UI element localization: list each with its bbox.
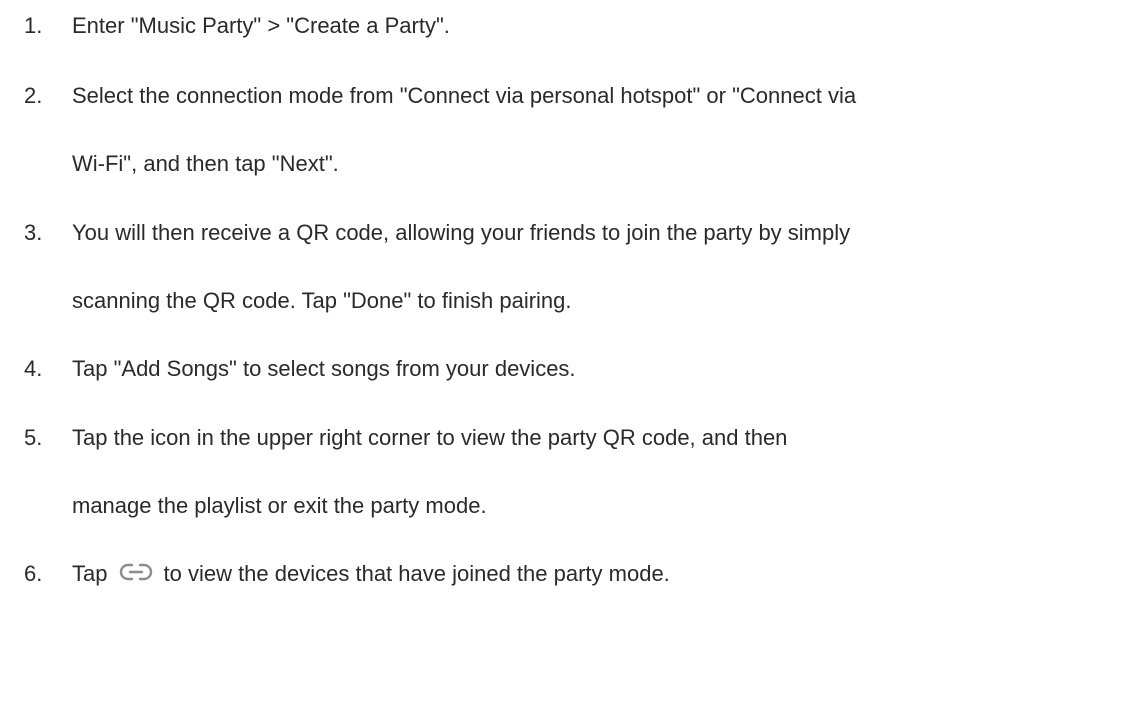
step-number: 3.: [24, 220, 43, 245]
step-number: 6.: [24, 561, 43, 586]
step-number: 1.: [24, 13, 43, 38]
step-text: Tap "Add Songs" to select songs from you…: [72, 356, 576, 381]
step-text: Tap the icon in the upper right corner t…: [72, 425, 788, 450]
step-text-prefix: Tap: [72, 561, 108, 586]
step-text: manage the playlist or exit the party mo…: [72, 493, 487, 518]
step-text-suffix: to view the devices that have joined the…: [163, 561, 670, 586]
step-text: Select the connection mode from "Connect…: [72, 83, 857, 108]
step-text: Enter "Music Party" > "Create a Party".: [72, 13, 450, 38]
step-text: Wi-Fi", and then tap "Next".: [72, 151, 339, 176]
step-text: scanning the QR code. Tap "Done" to fini…: [72, 288, 572, 313]
step-number: 2.: [24, 83, 43, 108]
step-text: You will then receive a QR code, allowin…: [72, 220, 851, 245]
step-text-line: Tap to view the devices that have joined…: [72, 561, 670, 587]
link-icon: [119, 561, 153, 583]
step-number: 4.: [24, 356, 43, 381]
step-number: 5.: [24, 425, 43, 450]
